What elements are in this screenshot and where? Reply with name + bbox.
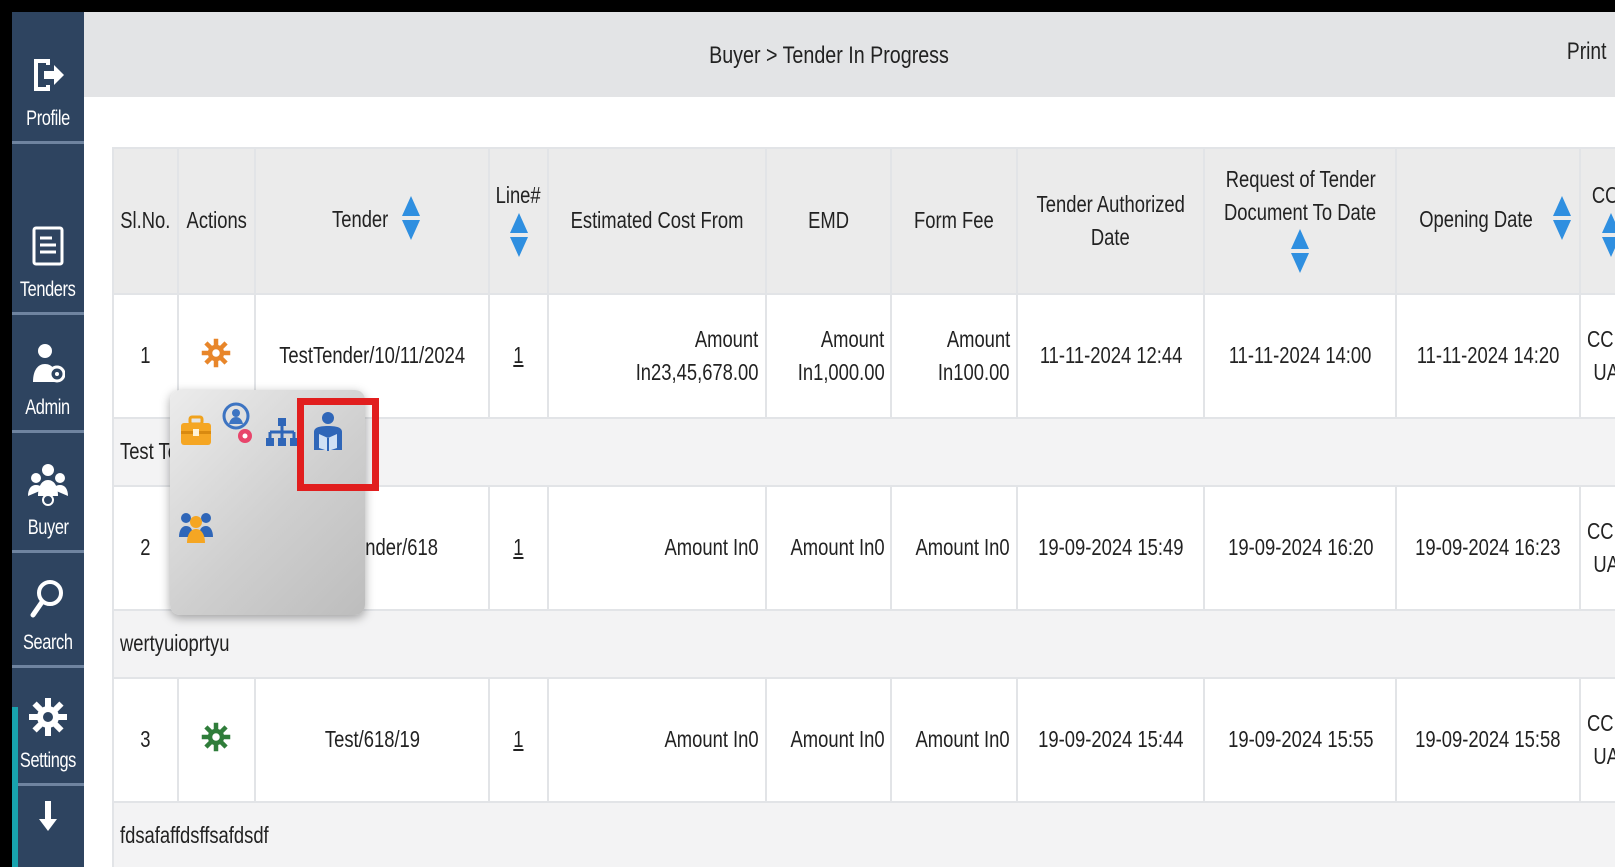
cell-opening-date: 19-09-2024 15:58	[1395, 677, 1582, 803]
sort-icon[interactable]	[509, 212, 528, 263]
group-icon	[28, 464, 68, 506]
cell-slno: 1	[112, 293, 179, 419]
cell-actions	[176, 677, 257, 803]
cell-cot: CCIL-UAT	[1579, 485, 1615, 611]
cell-authorized-date: 19-09-2024 15:49	[1015, 485, 1206, 611]
line-link[interactable]: 1	[513, 531, 523, 564]
sidebar-item-label: Settings	[19, 749, 77, 772]
sidebar-item-label: Buyer	[27, 516, 69, 539]
document-icon	[28, 226, 68, 266]
col-header-request-date[interactable]: Request of Tender Document To Date	[1203, 147, 1398, 295]
breadcrumb: Buyer > Tender In Progress	[709, 42, 949, 69]
cell-description: fdsafaffdsffsafdsdf	[112, 801, 1615, 867]
cell-request-date: 11-11-2024 14:00	[1203, 293, 1398, 419]
cell-emd: Amount In0	[764, 485, 893, 611]
table-header-row: Sl.No. Actions Tender Line# Estimated Co…	[112, 147, 1615, 295]
app-frame: Profile Tenders Admin Buyer Search Setti…	[12, 12, 1615, 867]
team-icon[interactable]	[176, 504, 216, 550]
table-row-description: wertyuioprtyu	[112, 609, 1615, 679]
sidebar-item-profile[interactable]: Profile	[12, 12, 84, 144]
cell-form-fee: Amount In0	[890, 485, 1018, 611]
highlight-box	[297, 398, 379, 491]
sort-icon[interactable]	[401, 196, 420, 246]
col-header-opening-date[interactable]: Opening Date	[1395, 147, 1582, 295]
print-link[interactable]: Print	[1567, 38, 1606, 66]
cell-line[interactable]: 1	[488, 485, 549, 611]
cell-slno: 3	[112, 677, 179, 803]
col-header-estimated-cost: Estimated Cost From	[546, 147, 767, 295]
col-header-emd: EMD	[764, 147, 893, 295]
table-row: 3 Test/618/19 1 Amount In0 Amount In0 Am…	[112, 677, 1615, 803]
sort-icon[interactable]	[1553, 196, 1572, 246]
search-icon	[28, 579, 68, 619]
hierarchy-icon[interactable]	[262, 410, 302, 456]
admin-user-icon	[28, 344, 68, 384]
logout-icon	[28, 55, 68, 95]
sidebar-item-label: Profile	[26, 107, 70, 130]
cell-line[interactable]: 1	[488, 677, 549, 803]
sort-icon[interactable]	[1602, 212, 1615, 263]
cell-request-date: 19-09-2024 15:55	[1203, 677, 1398, 803]
line-link[interactable]: 1	[513, 723, 523, 756]
briefcase-icon[interactable]	[176, 408, 216, 454]
sidebar-item-admin[interactable]: Admin	[12, 315, 84, 433]
col-header-tender[interactable]: Tender	[254, 147, 491, 295]
sidebar-item-search[interactable]: Search	[12, 553, 84, 668]
col-header-slno: Sl.No.	[112, 147, 179, 295]
cell-request-date: 19-09-2024 16:20	[1203, 485, 1398, 611]
cell-form-fee: Amount In100.00	[890, 293, 1018, 419]
cell-emd: Amount In1,000.00	[764, 293, 893, 419]
col-header-form-fee: Form Fee	[890, 147, 1018, 295]
sidebar-item-tenders[interactable]: Tenders	[12, 144, 84, 315]
sidebar: Profile Tenders Admin Buyer Search Setti…	[12, 12, 84, 867]
cell-description: wertyuioprtyu	[112, 609, 1615, 679]
page-header: Buyer > Tender In Progress Print	[84, 12, 1615, 97]
cell-cot: CCIL-UAT	[1579, 677, 1615, 803]
cell-line[interactable]: 1	[488, 293, 549, 419]
cell-form-fee: Amount In0	[890, 677, 1018, 803]
cell-emd: Amount In0	[764, 677, 893, 803]
sidebar-item-settings[interactable]: Settings	[12, 668, 84, 786]
cell-estimated-cost: Amount In0	[546, 485, 767, 611]
cell-opening-date: 19-09-2024 16:23	[1395, 485, 1582, 611]
sidebar-item-label: Tenders	[20, 278, 76, 301]
sidebar-item-buyer[interactable]: Buyer	[12, 433, 84, 553]
accent-strip	[12, 707, 18, 867]
col-header-actions: Actions	[176, 147, 257, 295]
cell-authorized-date: 19-09-2024 15:44	[1015, 677, 1206, 803]
actions-gear-icon[interactable]	[201, 335, 231, 377]
col-header-line[interactable]: Line#	[488, 147, 549, 295]
col-header-authorized-date: Tender Authorized Date	[1015, 147, 1206, 295]
sidebar-item-label: Search	[23, 631, 73, 654]
table-row-description: fdsafaffdsffsafdsdf	[112, 801, 1615, 867]
cell-slno: 2	[112, 485, 179, 611]
sort-icon[interactable]	[1291, 229, 1310, 279]
arrow-down-icon	[28, 796, 68, 836]
cell-cot: CCIL-UAT	[1579, 293, 1615, 419]
cell-authorized-date: 11-11-2024 12:44	[1015, 293, 1206, 419]
cell-opening-date: 11-11-2024 14:20	[1395, 293, 1582, 419]
actions-gear-icon[interactable]	[201, 719, 231, 761]
col-header-cot[interactable]: COT	[1579, 147, 1615, 295]
line-link[interactable]: 1	[513, 339, 523, 372]
cell-estimated-cost: Amount In0	[546, 677, 767, 803]
cell-tender: Test/618/19	[254, 677, 491, 803]
sidebar-item-label: Admin	[25, 396, 71, 419]
user-settings-icon[interactable]	[218, 402, 258, 448]
settings-gear-icon	[28, 697, 68, 737]
sidebar-item-more[interactable]	[12, 786, 84, 846]
cell-estimated-cost: Amount In23,45,678.00	[546, 293, 767, 419]
